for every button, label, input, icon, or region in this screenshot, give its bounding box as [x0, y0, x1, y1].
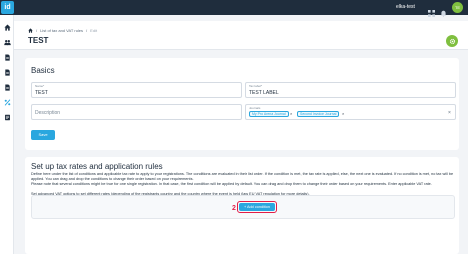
name-field[interactable]: Name* TEST — [31, 82, 242, 98]
basics-card: Basics Name* TEST Tax label* TEST LABEL … — [25, 58, 459, 150]
name-label: Name* — [35, 84, 45, 88]
home-icon[interactable] — [3, 23, 11, 31]
basics-title: Basics — [31, 66, 55, 75]
bell-icon[interactable] — [440, 4, 447, 17]
page-header: / List of tax and VAT rules / Edit TEST — [14, 21, 468, 50]
rules-note: Please note that several conditions migh… — [31, 182, 432, 186]
journals-label: Journals — [249, 106, 261, 110]
app-logo[interactable]: id — [1, 1, 14, 14]
breadcrumb-separator: / — [36, 28, 38, 33]
document-icon[interactable] — [3, 83, 11, 91]
home-icon[interactable] — [28, 28, 33, 33]
name-value: TEST — [35, 90, 48, 96]
description-placeholder: Description — [35, 110, 61, 116]
breadcrumb-parent[interactable]: List of tax and VAT rules — [40, 28, 83, 33]
remove-chip-icon[interactable]: × — [342, 111, 344, 117]
settings-button[interactable] — [446, 35, 458, 47]
tax-label-value: TEST LABEL — [249, 90, 279, 96]
user-name[interactable]: elka-test — [396, 4, 415, 10]
breadcrumb-current: Edit — [90, 28, 98, 33]
clear-icon[interactable]: × — [448, 110, 451, 116]
top-bar: id elka-test TE — [0, 0, 468, 17]
users-icon[interactable] — [3, 38, 11, 46]
rules-description: Define here under the list of conditions… — [31, 172, 454, 182]
sidebar — [0, 15, 14, 254]
page-title: TEST — [28, 36, 49, 45]
description-field[interactable]: Description — [31, 104, 242, 120]
rules-title: Set up tax rates and application rules — [31, 162, 163, 171]
save-button[interactable]: Save — [31, 130, 55, 140]
add-condition-button[interactable]: + Add condition — [239, 203, 275, 211]
step-number: 2 — [232, 205, 236, 212]
journals-select[interactable]: Journals My Pro Arena Journal × Second I… — [245, 104, 456, 120]
breadcrumb: / List of tax and VAT rules / Edit — [28, 28, 97, 33]
conditions-dropzone: 2 + Add condition — [31, 195, 455, 219]
percent-icon[interactable] — [3, 98, 11, 106]
invoice-icon[interactable] — [3, 113, 11, 121]
tax-label-label: Tax label* — [249, 84, 263, 88]
journal-chip[interactable]: My Pro Arena Journal — [249, 111, 289, 117]
journal-chip[interactable]: Second Invoice Journal — [297, 111, 340, 117]
remove-chip-icon[interactable]: × — [290, 111, 292, 117]
document-icon[interactable] — [3, 53, 11, 61]
avatar[interactable]: TE — [452, 2, 463, 13]
grid-icon[interactable] — [428, 4, 435, 17]
add-condition-highlight: + Add condition — [237, 201, 277, 213]
document-icon[interactable] — [3, 68, 11, 76]
breadcrumb-separator: / — [86, 28, 88, 33]
tax-label-field[interactable]: Tax label* TEST LABEL — [245, 82, 456, 98]
gear-icon — [449, 38, 455, 44]
